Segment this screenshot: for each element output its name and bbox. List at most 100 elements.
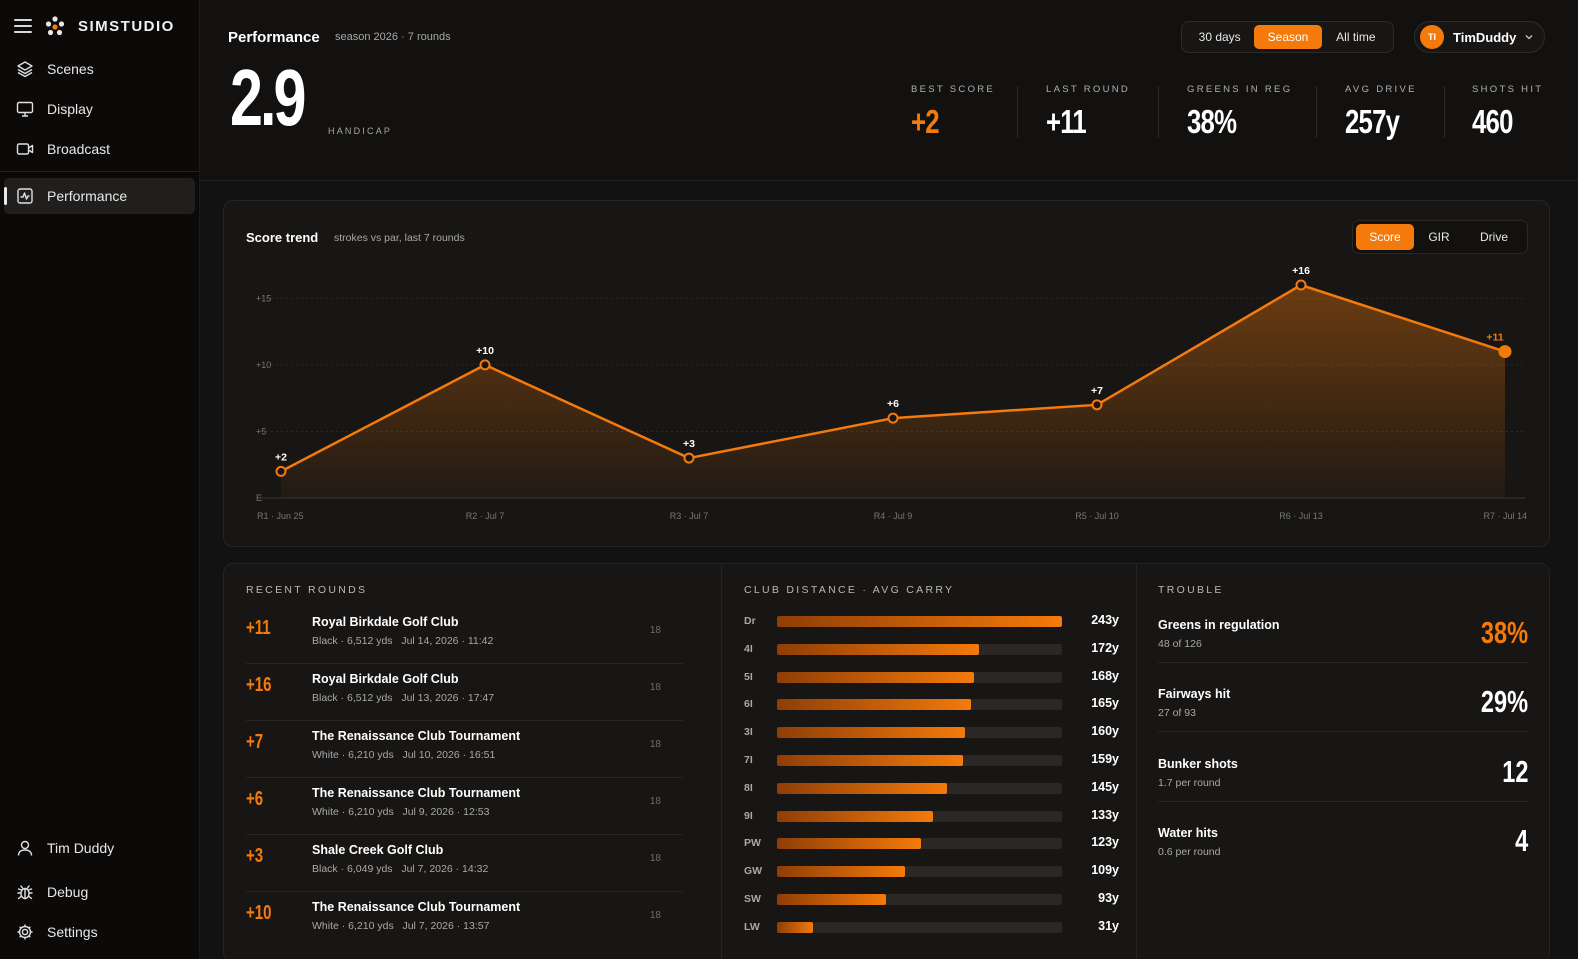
score-point[interactable]: [1498, 345, 1512, 359]
sidebar-item-label: Scenes: [47, 61, 94, 77]
user-icon: [16, 839, 34, 857]
club-bar: [777, 755, 964, 766]
trouble-title: TROUBLE: [1158, 584, 1224, 596]
kpi-divider: [1444, 86, 1445, 138]
score-data-label: +2: [275, 451, 287, 463]
range-30-days-button[interactable]: 30 days: [1185, 25, 1254, 49]
club-bar-track: [777, 921, 1062, 933]
trouble-value: 29%: [1480, 684, 1528, 719]
round-row[interactable]: +7 The Renaissance Club Tournament White…: [246, 721, 683, 778]
round-row[interactable]: +16 Royal Birkdale Golf Club Black · 6,5…: [246, 664, 683, 721]
round-holes: 18: [649, 625, 661, 636]
trouble-value: 4: [1514, 823, 1528, 858]
round-course: Royal Birkdale Golf Club: [312, 615, 459, 629]
sidebar-item-profile[interactable]: Tim Duddy: [4, 830, 195, 866]
round-row[interactable]: +6 The Renaissance Club Tournament White…: [246, 778, 683, 835]
club-row: 8I 145y: [744, 778, 1119, 798]
avatar: TI: [1420, 25, 1444, 49]
club-bar-track: [777, 671, 1062, 683]
club-distance-title: CLUB DISTANCE · AVG CARRY: [744, 584, 955, 596]
sidebar-item-debug[interactable]: Debug: [4, 874, 195, 910]
handicap-label: HANDICAP: [328, 126, 393, 136]
sidebar-item-label: Broadcast: [47, 141, 111, 157]
sidebar-item-broadcast[interactable]: Broadcast: [4, 131, 195, 167]
round-row[interactable]: +3 Shale Creek Golf Club Black · 6,049 y…: [246, 835, 683, 892]
round-date: Jul 7, 2026 · 13:57: [402, 920, 490, 932]
club-label: Dr: [744, 615, 756, 627]
kpi-best-score: BEST SCORE +2: [911, 84, 995, 141]
round-score: +16: [246, 674, 272, 696]
round-holes: 18: [649, 739, 661, 750]
score-point[interactable]: [1295, 279, 1307, 291]
score-point[interactable]: [275, 465, 287, 477]
score-point[interactable]: [479, 359, 491, 371]
sidebar-item-label: Settings: [47, 924, 98, 940]
round-course: The Renaissance Club Tournament: [312, 786, 521, 800]
trouble-fairways-hit: Fairways hit 27 of 93 29%: [1158, 684, 1528, 757]
round-meta: White · 6,210 yds Jul 9, 2026 · 12:53: [312, 806, 489, 818]
club-carry: 243y: [1091, 613, 1119, 627]
stats-panel: RECENT ROUNDS +11 Royal Birkdale Golf Cl…: [223, 563, 1550, 959]
round-tee: Black · 6,512 yds: [312, 635, 393, 647]
trouble-name: Bunker shots: [1158, 757, 1238, 771]
trouble-detail: 0.6 per round: [1158, 846, 1221, 858]
club-label: 7I: [744, 754, 753, 766]
range-all-time-button[interactable]: All time: [1322, 25, 1390, 49]
kpi-value: +2: [911, 103, 940, 140]
score-point[interactable]: [887, 412, 899, 424]
kpi-divider: [1158, 86, 1159, 138]
score-data-label: +10: [476, 345, 494, 357]
round-meta: Black · 6,512 yds Jul 13, 2026 · 17:47: [312, 692, 494, 704]
round-date: Jul 10, 2026 · 16:51: [402, 749, 496, 761]
sidebar-item-display[interactable]: Display: [4, 91, 195, 127]
club-row: 9I 133y: [744, 806, 1119, 826]
club-carry: 109y: [1091, 863, 1119, 878]
x-tick-label: R1 · Jun 25: [257, 511, 304, 521]
round-row[interactable]: +11 Royal Birkdale Golf Club Black · 6,5…: [246, 607, 683, 664]
club-bar-track: [777, 838, 1062, 850]
club-row: PW 123y: [744, 833, 1119, 853]
round-row[interactable]: +10 The Renaissance Club Tournament Whit…: [246, 892, 683, 949]
brand-name: SIMSTUDIO: [78, 17, 175, 35]
kpi-shots-hit: SHOTS HIT 460: [1472, 84, 1543, 141]
club-label: 5I: [744, 670, 753, 683]
user-menu[interactable]: TI TimDuddy: [1414, 21, 1545, 53]
club-bar-track: [777, 727, 1062, 739]
round-date: Jul 7, 2026 · 14:32: [401, 863, 489, 875]
y-tick-label: +15: [256, 293, 271, 303]
club-row: 7I 159y: [744, 750, 1119, 770]
x-tick-label: R2 · Jul 7: [466, 511, 505, 521]
club-bar: [777, 616, 1062, 627]
trouble-name: Greens in regulation: [1158, 618, 1280, 632]
round-meta: White · 6,210 yds Jul 7, 2026 · 13:57: [312, 920, 489, 932]
kpi-value: 38%: [1187, 103, 1237, 140]
round-date: Jul 14, 2026 · 11:42: [401, 635, 494, 647]
sidebar-item-performance[interactable]: Performance: [4, 178, 195, 214]
club-bar: [777, 894, 887, 905]
round-meta: Black · 6,049 yds Jul 7, 2026 · 14:32: [312, 863, 488, 875]
club-row: 5I 168y: [744, 667, 1119, 687]
round-tee: White · 6,210 yds: [312, 806, 394, 818]
score-point[interactable]: [683, 452, 695, 464]
club-bar-track: [777, 894, 1062, 905]
club-label: GW: [744, 865, 763, 878]
round-holes: 18: [649, 796, 661, 807]
brand: SIMSTUDIO: [14, 14, 175, 38]
menu-icon[interactable]: [14, 19, 32, 33]
column-divider: [721, 564, 722, 959]
trouble-detail: 27 of 93: [1158, 707, 1196, 719]
club-label: SW: [744, 893, 761, 905]
sidebar-item-label: Performance: [47, 188, 128, 204]
sidebar-item-settings[interactable]: Settings: [4, 914, 195, 950]
round-score: +7: [246, 731, 264, 753]
range-season-button[interactable]: Season: [1254, 25, 1322, 49]
score-point[interactable]: [1091, 399, 1103, 411]
trouble-water-hits: Water hits 0.6 per round 4: [1158, 823, 1528, 896]
club-label: 9I: [744, 809, 753, 822]
kpi-divider: [1316, 86, 1317, 138]
club-bar: [777, 838, 922, 850]
kpi-label: BEST SCORE: [911, 84, 996, 95]
sidebar-item-scenes[interactable]: Scenes: [4, 51, 195, 87]
recent-rounds-title: RECENT ROUNDS: [246, 584, 368, 596]
score-data-label: +11: [1486, 332, 1503, 344]
